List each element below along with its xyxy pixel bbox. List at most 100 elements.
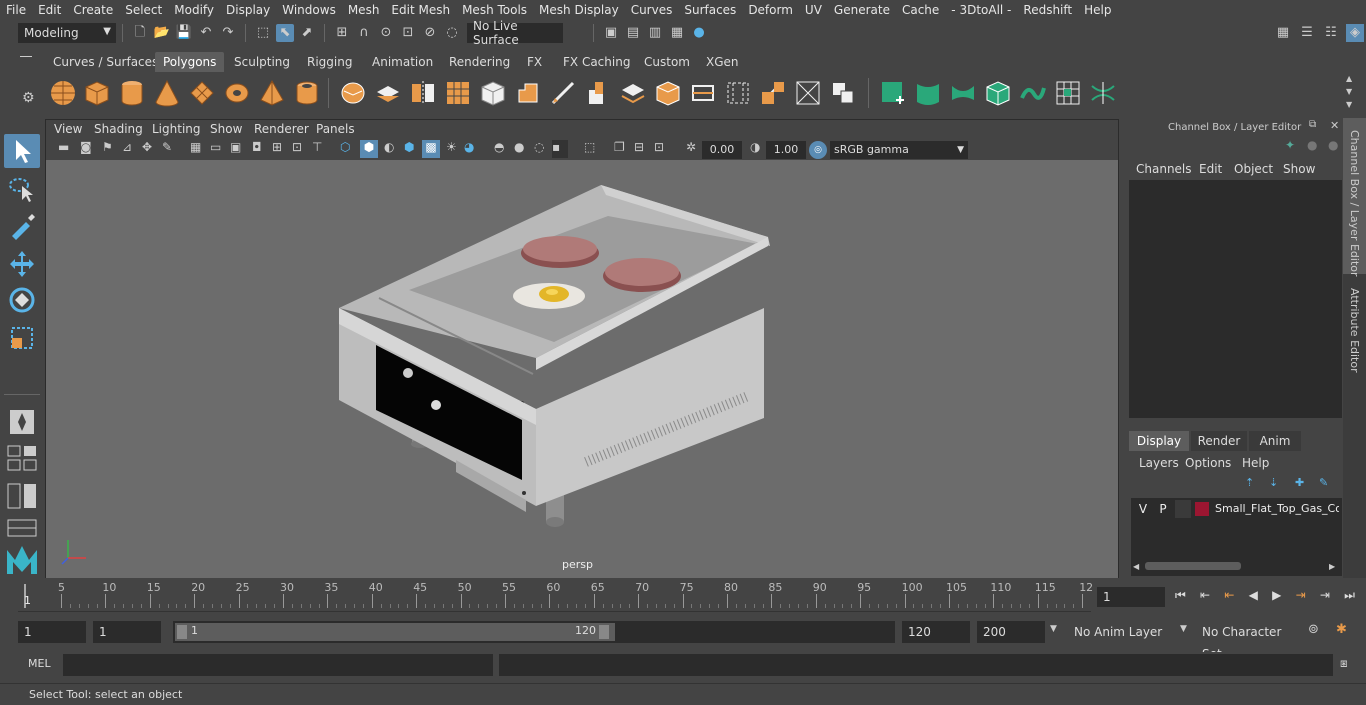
ipr-render-icon[interactable]: ▥ bbox=[646, 24, 664, 42]
two-d-pan-icon[interactable]: ✥ bbox=[142, 140, 152, 154]
shelf-menu-icon[interactable] bbox=[20, 56, 32, 57]
bookmark-icon[interactable]: ⚑ bbox=[102, 140, 113, 154]
collapse-icon[interactable] bbox=[828, 78, 858, 108]
menu-cache[interactable]: Cache bbox=[896, 3, 945, 17]
step-back-frame-icon[interactable]: ⇤ bbox=[1224, 588, 1234, 606]
poly-torus-icon[interactable] bbox=[222, 78, 252, 108]
target-weld-icon[interactable] bbox=[758, 78, 788, 108]
hypershade-icon[interactable]: ● bbox=[690, 24, 708, 42]
side-tab-attribute-editor-label[interactable]: Attribute Editor bbox=[1348, 288, 1361, 373]
menu-mesh[interactable]: Mesh bbox=[342, 3, 386, 17]
grease-pencil-icon[interactable]: ✎ bbox=[162, 140, 172, 154]
xray-components-icon[interactable]: ⊟ bbox=[634, 140, 644, 154]
hud-icon[interactable]: ⊡ bbox=[654, 140, 664, 154]
menu-3dtoall[interactable]: - 3DtoAll - bbox=[945, 3, 1017, 17]
snap-curve-icon[interactable]: ∩ bbox=[355, 24, 373, 42]
wireframe-icon[interactable]: ⬡ bbox=[340, 140, 350, 154]
textured-icon[interactable]: ⬢ bbox=[404, 140, 414, 154]
chevron-down-icon[interactable]: ▼ bbox=[1050, 624, 1057, 634]
layer-menu-help[interactable]: Help bbox=[1242, 456, 1269, 470]
poly-sphere-icon[interactable] bbox=[48, 78, 78, 108]
layer-visibility-toggle[interactable]: V bbox=[1135, 500, 1151, 518]
menu-edit-mesh[interactable]: Edit Mesh bbox=[385, 3, 456, 17]
move-tool-icon[interactable] bbox=[6, 248, 38, 280]
tab-display[interactable]: Display bbox=[1129, 431, 1189, 451]
vp-menu-show[interactable]: Show bbox=[210, 122, 242, 136]
scroll-up-icon[interactable]: ▲ bbox=[1346, 74, 1352, 83]
step-forward-frame-icon[interactable]: ⇥ bbox=[1296, 588, 1306, 606]
poly-pipe-icon[interactable] bbox=[292, 78, 322, 108]
bridge-icon[interactable] bbox=[653, 78, 683, 108]
vp-menu-shading[interactable]: Shading bbox=[94, 122, 143, 136]
mel-label[interactable]: MEL bbox=[28, 657, 51, 670]
float-panel-icon[interactable]: ⧉ bbox=[1309, 119, 1316, 130]
safe-action-icon[interactable]: ⊡ bbox=[292, 140, 302, 154]
multi-cut-icon[interactable] bbox=[548, 78, 578, 108]
tab-curves-surfaces[interactable]: Curves / Surfaces bbox=[45, 52, 166, 72]
menu-display[interactable]: Display bbox=[220, 3, 276, 17]
gamma-field[interactable]: 1.00 bbox=[766, 141, 806, 159]
uv-unfold-icon[interactable] bbox=[1018, 78, 1048, 108]
uv-spherical-icon[interactable] bbox=[948, 78, 978, 108]
field-chart-icon[interactable]: ⊞ bbox=[272, 140, 282, 154]
cb-menu-show[interactable]: Show bbox=[1283, 162, 1315, 176]
tool-settings-icon[interactable]: ☷ bbox=[1322, 24, 1340, 42]
menu-mesh-display[interactable]: Mesh Display bbox=[533, 3, 625, 17]
menu-deform[interactable]: Deform bbox=[742, 3, 799, 17]
menu-windows[interactable]: Windows bbox=[276, 3, 342, 17]
scene-start-field[interactable]: 1 bbox=[18, 621, 86, 643]
use-lights-icon[interactable]: ▩ bbox=[422, 140, 440, 158]
new-scene-icon[interactable]: 🗋 bbox=[131, 24, 149, 42]
append-polygon-icon[interactable] bbox=[688, 78, 718, 108]
character-set-dropdown[interactable]: No Character Set bbox=[1196, 621, 1300, 661]
tab-animation[interactable]: Animation bbox=[364, 52, 441, 72]
isolate-select-icon[interactable]: ▪ bbox=[552, 140, 568, 158]
gamma-icon[interactable]: ◑ bbox=[750, 140, 760, 154]
poly-cone-icon[interactable] bbox=[152, 78, 182, 108]
tab-anim[interactable]: Anim bbox=[1249, 431, 1301, 451]
layer-display-type-toggle[interactable] bbox=[1175, 500, 1191, 518]
poly-cylinder-icon[interactable] bbox=[117, 78, 147, 108]
bevel-icon[interactable] bbox=[618, 78, 648, 108]
vp-menu-lighting[interactable]: Lighting bbox=[152, 122, 201, 136]
gate-mask-icon[interactable]: ◘ bbox=[252, 140, 262, 154]
rotate-tool-icon[interactable] bbox=[6, 284, 38, 316]
poly-pyramid-icon[interactable] bbox=[257, 78, 287, 108]
menu-curves[interactable]: Curves bbox=[625, 3, 679, 17]
scroll-down-icon[interactable]: ▼ bbox=[1346, 87, 1352, 96]
vp-menu-panels[interactable]: Panels bbox=[316, 122, 355, 136]
render-view-icon[interactable]: ▣ bbox=[602, 24, 620, 42]
attribute-toggle-icon[interactable]: ☰ bbox=[1298, 24, 1316, 42]
film-gate-icon[interactable]: ▭ bbox=[210, 140, 221, 154]
current-frame-field[interactable]: 1 bbox=[1097, 587, 1165, 607]
hyper-icon[interactable]: ● bbox=[1328, 138, 1338, 152]
lasso-tool-icon[interactable] bbox=[6, 174, 38, 206]
scale-tool-icon[interactable] bbox=[6, 322, 38, 354]
tab-sculpting[interactable]: Sculpting bbox=[226, 52, 298, 72]
cb-menu-channels[interactable]: Channels bbox=[1136, 162, 1192, 176]
separate-icon[interactable] bbox=[373, 78, 403, 108]
playback-end-field[interactable]: 120 bbox=[902, 621, 970, 643]
exposure-icon[interactable]: ✲ bbox=[686, 140, 696, 154]
play-backward-icon[interactable]: ◀ bbox=[1249, 588, 1258, 606]
shelf-settings-gear-icon[interactable]: ⚙ bbox=[22, 90, 35, 106]
tab-fx[interactable]: FX bbox=[519, 52, 550, 72]
snap-view-icon[interactable]: ⊡ bbox=[399, 24, 417, 42]
smooth-icon[interactable] bbox=[443, 78, 473, 108]
menu-edit[interactable]: Edit bbox=[32, 3, 67, 17]
select-component-icon[interactable]: ⬈ bbox=[298, 24, 316, 42]
soft-select-icon[interactable] bbox=[6, 406, 38, 438]
range-slider[interactable]: 1 120 bbox=[173, 621, 895, 643]
snap-live-icon[interactable]: ◌ bbox=[443, 24, 461, 42]
select-tool-button[interactable] bbox=[4, 134, 40, 168]
menu-modify[interactable]: Modify bbox=[168, 3, 220, 17]
poly-plane-icon[interactable] bbox=[187, 78, 217, 108]
select-hierarchy-icon[interactable]: ⬚ bbox=[254, 24, 272, 42]
chevron-down-icon[interactable]: ▼ bbox=[1180, 624, 1187, 634]
wireframe-on-shaded-icon[interactable]: ◐ bbox=[384, 140, 394, 154]
render-settings-icon[interactable]: ▦ bbox=[668, 24, 686, 42]
layer-menu-layers[interactable]: Layers bbox=[1139, 456, 1179, 470]
menu-redshift[interactable]: Redshift bbox=[1017, 3, 1078, 17]
range-end-handle[interactable] bbox=[599, 625, 609, 639]
paint-select-tool-icon[interactable] bbox=[6, 210, 38, 242]
